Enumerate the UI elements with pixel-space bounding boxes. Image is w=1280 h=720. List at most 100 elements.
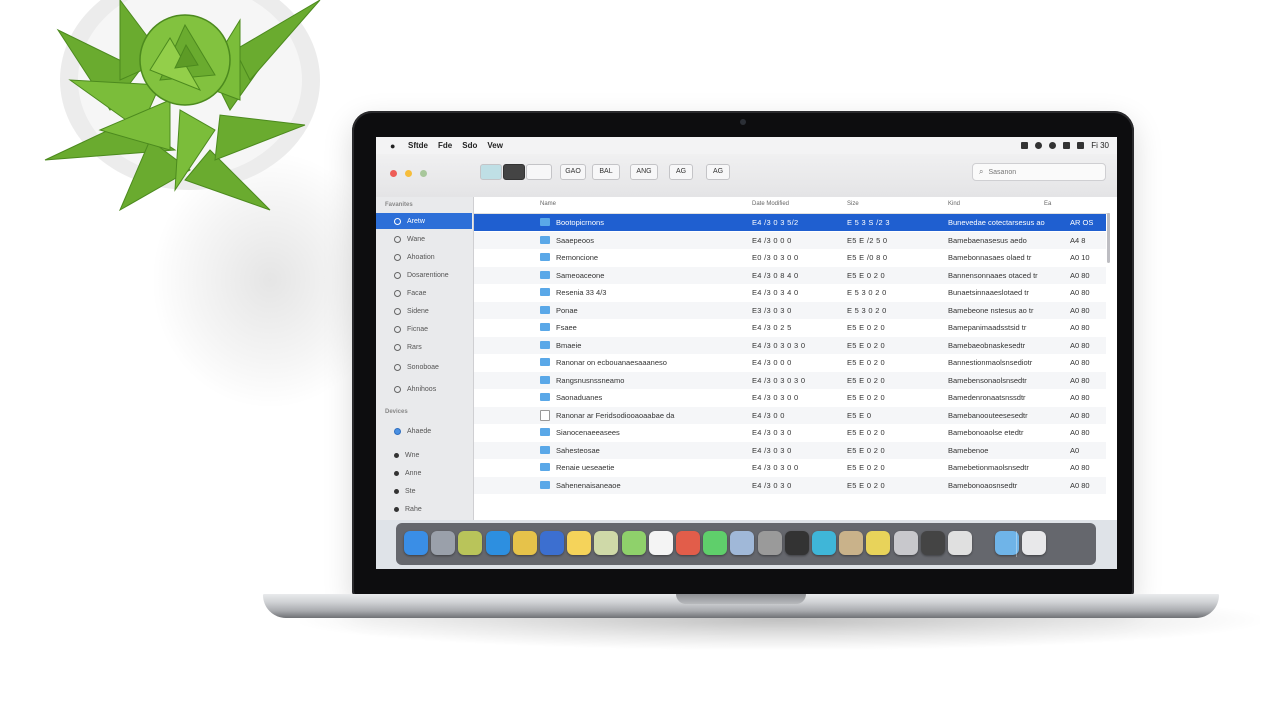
preview-icon[interactable]	[812, 531, 836, 555]
clock-text[interactable]: Fi 30	[1091, 141, 1109, 150]
sidebar-item-airdrop[interactable]: Aretw	[376, 213, 472, 229]
view-icons-button[interactable]	[480, 164, 502, 180]
sidebar-item-downloads[interactable]: Sidene	[376, 303, 472, 319]
column-header-name[interactable]: Name	[540, 201, 556, 207]
sidebar-item-music[interactable]: Rars	[376, 339, 472, 355]
table-row[interactable]: Bmaeie E4 /3 0 3 0 3 0 E5 E 0 2 0 Bamebaeob…	[474, 336, 1106, 354]
apple-menu-icon[interactable]: ●	[390, 141, 398, 151]
table-row[interactable]: Rangsnusnssneamo E4 /3 0 3 0 3 0 E5 E 0 2 …	[474, 371, 1106, 389]
tags-button[interactable]: AG	[669, 164, 693, 180]
table-row[interactable]: Sahesteosae E4 /3 0 3 0 E5 E 0 2 0 Bamebeno…	[474, 441, 1106, 459]
share-button[interactable]: ANG	[630, 164, 658, 180]
table-row[interactable]: Renaie ueseaetie E4 /3 0 3 0 0 E5 E 0 2 0 B…	[474, 459, 1106, 476]
menu-item-edit[interactable]: Sdo	[462, 141, 477, 150]
sidebar-item-documents[interactable]: Dosarentione	[376, 267, 472, 283]
sidebar-item-device-5[interactable]: Rahe	[376, 501, 472, 517]
column-header-ext[interactable]: Ea	[1044, 201, 1051, 207]
sidebar-item-device-2[interactable]: Wne	[376, 447, 472, 463]
menu-item-app[interactable]: Sftde	[408, 141, 428, 150]
group-button[interactable]: GAO	[560, 164, 586, 180]
notes-alt-icon[interactable]	[893, 531, 918, 555]
system-preferences-icon[interactable]	[757, 531, 782, 555]
control-center-icon[interactable]	[1077, 142, 1085, 149]
row-date: E4 /3 0 3 0 3 0	[752, 375, 806, 385]
row-name: Saaepeoos	[556, 235, 594, 245]
launchpad-icon[interactable]	[458, 531, 483, 555]
terminal-icon[interactable]	[784, 531, 809, 555]
grapher-icon[interactable]	[920, 531, 945, 555]
view-columns-button[interactable]	[526, 164, 552, 180]
battery-icon[interactable]	[1035, 142, 1043, 149]
sidebar-item-recents[interactable]: Wane	[376, 231, 472, 247]
sidebar-item-pictures[interactable]: Ficnae	[376, 321, 472, 337]
view-list-button[interactable]	[503, 164, 525, 180]
sidebar-item-device-3[interactable]: Anne	[376, 465, 472, 481]
contacts-icon[interactable]	[839, 531, 864, 555]
table-row[interactable]: Sahenenaisaneaoe E4 /3 0 3 0 E5 E 0 2 0 Bam…	[474, 476, 1106, 494]
folder-icon	[540, 253, 550, 261]
wifi-icon[interactable]	[1049, 142, 1057, 149]
sidebar-item-label: Sidene	[407, 307, 429, 315]
sidebar-item-applications[interactable]: Ahoation	[376, 249, 472, 265]
zoom-window-button[interactable]	[420, 170, 427, 177]
calendar-icon[interactable]	[676, 531, 700, 555]
minimize-window-button[interactable]	[405, 170, 412, 177]
action-button[interactable]: BAL	[592, 164, 620, 180]
download-icon	[394, 307, 401, 315]
disk-icon	[394, 452, 399, 458]
sidebar-item-device-1[interactable]: Ahaede	[376, 423, 472, 439]
siri-icon[interactable]	[431, 531, 456, 555]
table-row[interactable]: Ponae E3 /3 0 3 0 E 5 3 0 2 0 Bamebeone nst…	[474, 301, 1106, 319]
trash-icon[interactable]	[1022, 531, 1047, 555]
menu-item-view[interactable]: Vew	[487, 141, 503, 150]
table-row[interactable]: Resenia 33 4/3 E4 /3 0 3 4 0 E 5 3 0 2 0 Bu…	[474, 284, 1106, 301]
xcode-icon[interactable]	[540, 531, 564, 555]
column-header-size[interactable]: Size	[847, 201, 859, 207]
status-icon[interactable]	[1021, 142, 1029, 149]
table-row[interactable]: Ranonar on ecbouanaesaaaneso E4 /3 0 0 0 E…	[474, 354, 1106, 371]
row-name: Sahesteosae	[556, 445, 600, 455]
table-row[interactable]: Ranonar ar Feridsodiooaoaabae da E4 /3 0 …	[474, 406, 1106, 424]
table-row[interactable]: Saaepeoos E4 /3 0 0 0 E5 E /2 5 0 Bamebaena…	[474, 231, 1106, 249]
row-kind: Bamebonoaolse etedtr	[948, 428, 1024, 437]
screenshot-icon[interactable]	[948, 531, 972, 555]
row-ext: A0 80	[1070, 375, 1090, 385]
table-row[interactable]: Sameoaceone E4 /3 0 8 4 0 E5 E 0 2 0 Bannen…	[474, 266, 1106, 284]
row-size: E 5 3 S /2 3	[847, 218, 890, 227]
table-row[interactable]: Bootopicrnons E4 /3 0 3 5/2 E 5 3 S /2 3 Bu…	[474, 214, 1106, 231]
notes-icon[interactable]	[567, 531, 592, 555]
airdrop-icon	[394, 217, 401, 225]
sidebar-item-icloud[interactable]: Ahnihoos	[376, 381, 472, 397]
photos-icon[interactable]	[730, 531, 755, 555]
messages-icon[interactable]	[703, 531, 728, 555]
row-kind: Bamebaeobnaskesedtr	[948, 340, 1026, 350]
folder-icon	[540, 393, 550, 401]
document-icon	[394, 271, 401, 279]
table-row[interactable]: Sianocenaeeasees E4 /3 0 3 0 E5 E 0 2 0 Bam…	[474, 424, 1106, 441]
finder-icon[interactable]	[404, 531, 428, 555]
sidebar-item-home[interactable]: Sonoboae	[376, 359, 472, 375]
chrome-icon[interactable]	[512, 531, 537, 555]
safari-icon[interactable]	[485, 531, 510, 555]
more-button[interactable]: AG	[706, 164, 730, 180]
sidebar-item-device-4[interactable]: Ste	[376, 483, 472, 499]
table-row[interactable]: Remoncione E0 /3 0 3 0 0 E5 E /0 8 0 Bamebo…	[474, 249, 1106, 266]
folder-icon	[540, 288, 550, 296]
textedit-icon[interactable]	[866, 531, 891, 555]
scrollbar[interactable]	[1107, 213, 1110, 263]
column-header-date[interactable]: Date Modified	[752, 201, 789, 207]
column-header-kind[interactable]: Kind	[948, 201, 960, 207]
folder-icon	[540, 463, 550, 471]
sidebar-item-desktop[interactable]: Facae	[376, 285, 472, 301]
spotlight-icon[interactable]	[1063, 142, 1071, 149]
row-ext: A0 80	[1070, 428, 1090, 437]
close-window-button[interactable]	[390, 170, 397, 177]
table-row[interactable]: Fsaee E4 /3 0 2 5 E5 E 0 2 0 Bamepanimaadss…	[474, 319, 1106, 336]
table-row[interactable]: Saonaduanes E4 /3 0 3 0 0 E5 E 0 2 0 Bamede…	[474, 389, 1106, 406]
numbers-icon[interactable]	[621, 531, 646, 555]
maps-icon[interactable]	[594, 531, 619, 555]
search-field[interactable]: ⌕ Sasanon	[972, 163, 1106, 181]
succulent-plant-image	[44, 0, 321, 212]
menu-item-file[interactable]: Fde	[438, 141, 452, 150]
pages-icon[interactable]	[648, 531, 673, 555]
